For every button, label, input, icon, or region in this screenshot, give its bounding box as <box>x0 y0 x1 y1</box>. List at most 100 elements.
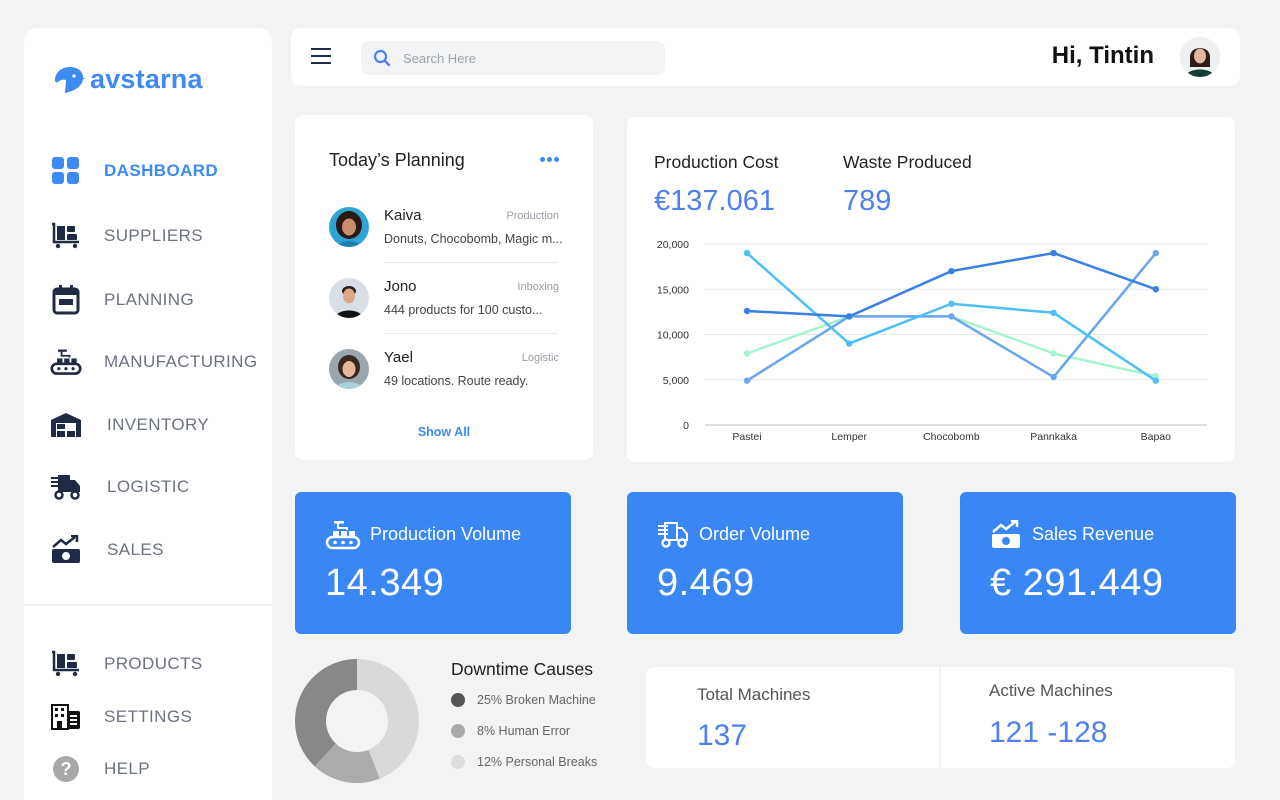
stat-value: 9.469 <box>657 562 755 604</box>
data-point[interactable] <box>1050 373 1057 381</box>
data-point[interactable] <box>846 340 853 347</box>
sidebar-item-suppliers[interactable]: SUPPLIERS <box>50 220 203 252</box>
sidebar-item-label: MANUFACTURING <box>104 352 258 371</box>
data-point[interactable] <box>1050 350 1057 357</box>
stat-label: Order Volume <box>699 524 811 544</box>
planning-list-item[interactable]: Yael Logistic 49 locations. Route ready. <box>329 349 559 419</box>
sidebar-item-label: PRODUCTS <box>104 654 203 673</box>
divider <box>939 667 941 768</box>
planning-description: Donuts, Chocobomb, Magic m... <box>384 232 563 246</box>
stat-card-sales-revenue[interactable]: Sales Revenue € 291.449 <box>960 492 1236 634</box>
svg-text:?: ? <box>61 759 72 779</box>
legend-item-personal-breaks: 12% Personal Breaks <box>451 755 597 769</box>
series-line-series-1 <box>746 315 1157 378</box>
planning-person-name: Yael <box>384 349 413 366</box>
dashboard-grid-icon <box>50 155 82 187</box>
data-point[interactable] <box>743 307 751 315</box>
y-tick-label: 15,000 <box>657 284 689 296</box>
sidebar-item-manufacturing[interactable]: MANUFACTURING <box>50 346 257 378</box>
sidebar-item-label: SUPPLIERS <box>104 226 204 245</box>
legend-label: 25% Broken Machine <box>477 693 596 707</box>
data-point[interactable] <box>743 350 751 357</box>
sidebar-item-logistic[interactable]: LOGISTIC <box>50 471 190 503</box>
brand-logo[interactable]: avstarna <box>54 64 203 95</box>
user-greeting: Hi, Tintin <box>1051 42 1154 69</box>
sidebar-item-label: DASHBOARD <box>104 161 219 180</box>
y-tick-label: 0 <box>683 420 689 432</box>
planning-list-item[interactable]: Kaiva Production Donuts, Chocobomb, Magi… <box>329 207 563 277</box>
sidebar-item-label: SALES <box>107 540 164 559</box>
stat-card-production-volume[interactable]: Production Volume 14.349 <box>295 492 571 634</box>
active-machines-value: 121 -128 <box>989 716 1108 749</box>
cart-boxes-icon <box>50 220 82 252</box>
x-tick-label: Pannkaka <box>1030 431 1077 443</box>
legend-label: 12% Personal Breaks <box>477 755 598 769</box>
stat-label: Production Volume <box>370 524 522 544</box>
calendar-icon <box>50 284 82 316</box>
sidebar-item-sales[interactable]: SALES <box>50 534 164 566</box>
data-point[interactable] <box>948 267 955 275</box>
sidebar-item-settings[interactable]: SETTINGS <box>50 701 192 733</box>
data-point[interactable] <box>1050 249 1057 257</box>
money-growth-icon <box>992 520 1020 548</box>
sidebar-item-label: HELP <box>104 759 151 778</box>
sidebar: avstarna DASHBOARD SUPPLIERS PLANNING MA… <box>24 28 272 800</box>
x-tick-label: Lemper <box>831 431 867 443</box>
y-tick-label: 20,000 <box>657 239 689 251</box>
search-input[interactable] <box>403 50 643 66</box>
data-point[interactable] <box>1152 377 1159 384</box>
data-point[interactable] <box>948 300 955 307</box>
planning-list-item[interactable]: Jono Inboxing 444 products for 100 custo… <box>329 278 559 348</box>
search-bar[interactable] <box>361 41 665 75</box>
avatar <box>329 349 369 389</box>
planning-person-name: Kaiva <box>384 207 422 224</box>
todays-planning-card: Today’s Planning Kaiva Production Donuts… <box>295 115 593 460</box>
sidebar-item-inventory[interactable]: INVENTORY <box>50 409 209 441</box>
sidebar-item-dashboard[interactable]: DASHBOARD <box>50 155 218 187</box>
stat-label: Sales Revenue <box>1032 524 1155 544</box>
sidebar-item-label: SETTINGS <box>104 707 193 726</box>
brand-name: avstarna <box>90 64 203 94</box>
data-point[interactable] <box>1152 249 1159 257</box>
downtime-donut-chart <box>295 659 419 783</box>
total-machines-label: Total Machines <box>697 685 811 704</box>
data-point[interactable] <box>1152 286 1159 293</box>
y-tick-label: 10,000 <box>657 330 689 342</box>
data-point[interactable] <box>743 249 751 257</box>
divider <box>384 262 558 263</box>
cart-boxes-icon <box>50 648 82 680</box>
data-point[interactable] <box>1050 309 1057 316</box>
planning-title: Today’s Planning <box>329 150 465 170</box>
sidebar-divider <box>24 604 272 606</box>
sidebar-item-help[interactable]: ? HELP <box>50 753 150 785</box>
sidebar-item-planning[interactable]: PLANNING <box>50 284 194 316</box>
data-point[interactable] <box>743 377 751 384</box>
active-machines-label: Active Machines <box>989 681 1113 700</box>
stat-card-order-volume[interactable]: Order Volume 9.469 <box>627 492 903 634</box>
show-all-link[interactable]: Show All <box>295 425 593 439</box>
more-options-icon[interactable] <box>540 157 559 162</box>
planning-category-tag: Inboxing <box>517 281 559 293</box>
delivery-truck-icon <box>50 471 82 503</box>
user-avatar[interactable] <box>1180 37 1220 77</box>
legend-swatch <box>451 693 465 707</box>
delivery-truck-icon <box>658 522 688 548</box>
avatar <box>329 278 369 318</box>
legend-swatch <box>451 724 465 738</box>
y-tick-label: 5,000 <box>663 375 689 387</box>
legend-label: 8% Human Error <box>477 724 571 738</box>
downtime-title: Downtime Causes <box>451 659 593 679</box>
sidebar-item-label: INVENTORY <box>107 415 210 434</box>
x-tick-label: Bapao <box>1141 431 1172 443</box>
total-machines-value: 137 <box>697 719 748 752</box>
planning-category-tag: Production <box>506 210 559 222</box>
data-point[interactable] <box>948 313 955 320</box>
planning-description: 444 products for 100 custo... <box>384 303 543 317</box>
sidebar-item-products[interactable]: PRODUCTS <box>50 648 203 680</box>
building-icon <box>50 701 82 733</box>
line-chart: 0 5,000 10,000 15,000 20,000 Pastei Lemper Choc… <box>657 239 1207 443</box>
menu-toggle-icon[interactable] <box>311 48 331 66</box>
money-growth-icon <box>50 534 82 566</box>
data-point[interactable] <box>846 313 853 320</box>
conveyor-icon <box>325 521 361 550</box>
